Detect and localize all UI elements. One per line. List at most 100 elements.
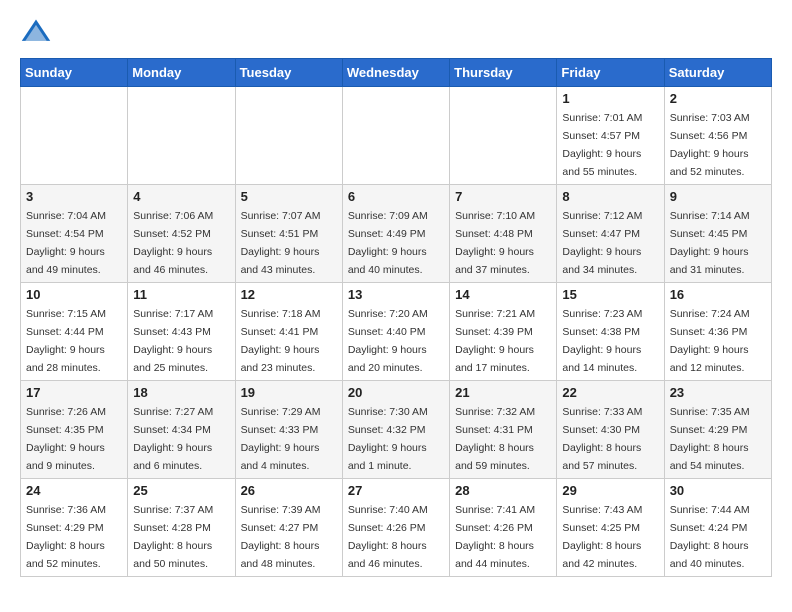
calendar-day-17: 17 Sunrise: 7:26 AM Sunset: 4:35 PM Dayli… (21, 381, 128, 479)
calendar-day-6: 6Sunrise: 7:09 AM Sunset: 4:49 PM Daylig… (342, 185, 449, 283)
day-info: Sunrise: 7:26 AM Sunset: 4:35 PM Dayligh… (26, 406, 106, 472)
day-info: Sunrise: 7:15 AM Sunset: 4:44 PM Dayligh… (26, 308, 106, 374)
day-info: Sunrise: 7:23 AM Sunset: 4:38 PM Dayligh… (562, 308, 642, 374)
day-number: 23 (670, 385, 766, 400)
calendar-day-7: 7 Sunrise: 7:10 AM Sunset: 4:48 PM Daylig… (450, 185, 557, 283)
day-number: 30 (670, 483, 766, 498)
weekday-header-friday: Friday (557, 59, 664, 87)
day-number: 3 (26, 189, 122, 204)
day-number: 11 (133, 287, 229, 302)
page: SundayMondayTuesdayWednesdayThursdayFrid… (0, 0, 792, 597)
calendar-week-row: 3 Sunrise: 7:04 AM Sunset: 4:54 PM Daylig… (21, 185, 772, 283)
day-number: 8 (562, 189, 658, 204)
calendar-day-21: 21 Sunrise: 7:32 AM Sunset: 4:31 PM Dayli… (450, 381, 557, 479)
day-number: 1 (562, 91, 658, 106)
day-info: Sunrise: 7:18 AM Sunset: 4:41 PM Dayligh… (241, 308, 321, 374)
day-number: 17 (26, 385, 122, 400)
calendar-day-26: 26Sunrise: 7:39 AM Sunset: 4:27 PM Dayli… (235, 479, 342, 577)
day-number: 4 (133, 189, 229, 204)
day-number: 2 (670, 91, 766, 106)
logo-icon (20, 16, 52, 48)
calendar-day-3: 3 Sunrise: 7:04 AM Sunset: 4:54 PM Daylig… (21, 185, 128, 283)
day-info: Sunrise: 7:40 AM Sunset: 4:26 PM Dayligh… (348, 504, 428, 570)
calendar-empty-cell (21, 87, 128, 185)
weekday-header-tuesday: Tuesday (235, 59, 342, 87)
day-number: 15 (562, 287, 658, 302)
calendar-day-23: 23 Sunrise: 7:35 AM Sunset: 4:29 PM Dayli… (664, 381, 771, 479)
day-info: Sunrise: 7:27 AM Sunset: 4:34 PM Dayligh… (133, 406, 213, 472)
day-number: 20 (348, 385, 444, 400)
day-number: 24 (26, 483, 122, 498)
weekday-header-saturday: Saturday (664, 59, 771, 87)
day-number: 9 (670, 189, 766, 204)
day-number: 26 (241, 483, 337, 498)
calendar-day-16: 16 Sunrise: 7:24 AM Sunset: 4:36 PM Dayli… (664, 283, 771, 381)
calendar-day-12: 12 Sunrise: 7:18 AM Sunset: 4:41 PM Dayli… (235, 283, 342, 381)
day-info: Sunrise: 7:44 AM Sunset: 4:24 PM Dayligh… (670, 504, 750, 570)
calendar-day-11: 11 Sunrise: 7:17 AM Sunset: 4:43 PM Dayli… (128, 283, 235, 381)
calendar-day-2: 2Sunrise: 7:03 AM Sunset: 4:56 PM Daylig… (664, 87, 771, 185)
day-info: Sunrise: 7:32 AM Sunset: 4:31 PM Dayligh… (455, 406, 535, 472)
day-info: Sunrise: 7:30 AM Sunset: 4:32 PM Dayligh… (348, 406, 428, 472)
day-info: Sunrise: 7:36 AM Sunset: 4:29 PM Dayligh… (26, 504, 106, 570)
day-info: Sunrise: 7:37 AM Sunset: 4:28 PM Dayligh… (133, 504, 213, 570)
day-number: 21 (455, 385, 551, 400)
calendar-day-27: 27 Sunrise: 7:40 AM Sunset: 4:26 PM Dayli… (342, 479, 449, 577)
calendar-day-14: 14 Sunrise: 7:21 AM Sunset: 4:39 PM Dayli… (450, 283, 557, 381)
day-info: Sunrise: 7:29 AM Sunset: 4:33 PM Dayligh… (241, 406, 321, 472)
calendar-day-28: 28 Sunrise: 7:41 AM Sunset: 4:26 PM Dayli… (450, 479, 557, 577)
calendar-week-row: 1 Sunrise: 7:01 AM Sunset: 4:57 PM Daylig… (21, 87, 772, 185)
calendar-day-19: 19 Sunrise: 7:29 AM Sunset: 4:33 PM Dayli… (235, 381, 342, 479)
day-number: 22 (562, 385, 658, 400)
calendar-day-24: 24 Sunrise: 7:36 AM Sunset: 4:29 PM Dayli… (21, 479, 128, 577)
day-info: Sunrise: 7:17 AM Sunset: 4:43 PM Dayligh… (133, 308, 213, 374)
day-number: 25 (133, 483, 229, 498)
calendar-day-30: 30 Sunrise: 7:44 AM Sunset: 4:24 PM Dayli… (664, 479, 771, 577)
calendar-day-18: 18 Sunrise: 7:27 AM Sunset: 4:34 PM Dayli… (128, 381, 235, 479)
day-info: Sunrise: 7:14 AM Sunset: 4:45 PM Dayligh… (670, 210, 750, 276)
calendar-empty-cell (450, 87, 557, 185)
day-info: Sunrise: 7:06 AM Sunset: 4:52 PM Dayligh… (133, 210, 213, 276)
day-info: Sunrise: 7:07 AM Sunset: 4:51 PM Dayligh… (241, 210, 321, 276)
calendar-header-row: SundayMondayTuesdayWednesdayThursdayFrid… (21, 59, 772, 87)
day-info: Sunrise: 7:20 AM Sunset: 4:40 PM Dayligh… (348, 308, 428, 374)
weekday-header-monday: Monday (128, 59, 235, 87)
calendar-empty-cell (342, 87, 449, 185)
day-info: Sunrise: 7:01 AM Sunset: 4:57 PM Dayligh… (562, 112, 642, 178)
day-number: 28 (455, 483, 551, 498)
day-info: Sunrise: 7:10 AM Sunset: 4:48 PM Dayligh… (455, 210, 535, 276)
day-number: 6 (348, 189, 444, 204)
calendar-day-4: 4 Sunrise: 7:06 AM Sunset: 4:52 PM Daylig… (128, 185, 235, 283)
day-number: 7 (455, 189, 551, 204)
day-number: 19 (241, 385, 337, 400)
calendar-empty-cell (128, 87, 235, 185)
day-number: 18 (133, 385, 229, 400)
calendar-day-29: 29Sunrise: 7:43 AM Sunset: 4:25 PM Dayli… (557, 479, 664, 577)
calendar-day-13: 13 Sunrise: 7:20 AM Sunset: 4:40 PM Dayli… (342, 283, 449, 381)
weekday-header-thursday: Thursday (450, 59, 557, 87)
calendar-day-9: 9 Sunrise: 7:14 AM Sunset: 4:45 PM Daylig… (664, 185, 771, 283)
calendar-table: SundayMondayTuesdayWednesdayThursdayFrid… (20, 58, 772, 577)
calendar-empty-cell (235, 87, 342, 185)
day-info: Sunrise: 7:41 AM Sunset: 4:26 PM Dayligh… (455, 504, 535, 570)
calendar-day-10: 10Sunrise: 7:15 AM Sunset: 4:44 PM Dayli… (21, 283, 128, 381)
calendar-day-20: 20 Sunrise: 7:30 AM Sunset: 4:32 PM Dayli… (342, 381, 449, 479)
calendar-day-22: 22Sunrise: 7:33 AM Sunset: 4:30 PM Dayli… (557, 381, 664, 479)
day-info: Sunrise: 7:04 AM Sunset: 4:54 PM Dayligh… (26, 210, 106, 276)
day-number: 13 (348, 287, 444, 302)
day-number: 12 (241, 287, 337, 302)
day-number: 16 (670, 287, 766, 302)
calendar-day-1: 1 Sunrise: 7:01 AM Sunset: 4:57 PM Daylig… (557, 87, 664, 185)
calendar-week-row: 17 Sunrise: 7:26 AM Sunset: 4:35 PM Dayli… (21, 381, 772, 479)
calendar-day-8: 8Sunrise: 7:12 AM Sunset: 4:47 PM Daylig… (557, 185, 664, 283)
calendar-day-5: 5 Sunrise: 7:07 AM Sunset: 4:51 PM Daylig… (235, 185, 342, 283)
day-info: Sunrise: 7:35 AM Sunset: 4:29 PM Dayligh… (670, 406, 750, 472)
calendar-week-row: 10Sunrise: 7:15 AM Sunset: 4:44 PM Dayli… (21, 283, 772, 381)
day-info: Sunrise: 7:21 AM Sunset: 4:39 PM Dayligh… (455, 308, 535, 374)
day-info: Sunrise: 7:24 AM Sunset: 4:36 PM Dayligh… (670, 308, 750, 374)
day-number: 5 (241, 189, 337, 204)
day-number: 27 (348, 483, 444, 498)
weekday-header-sunday: Sunday (21, 59, 128, 87)
day-number: 14 (455, 287, 551, 302)
day-info: Sunrise: 7:43 AM Sunset: 4:25 PM Dayligh… (562, 504, 642, 570)
